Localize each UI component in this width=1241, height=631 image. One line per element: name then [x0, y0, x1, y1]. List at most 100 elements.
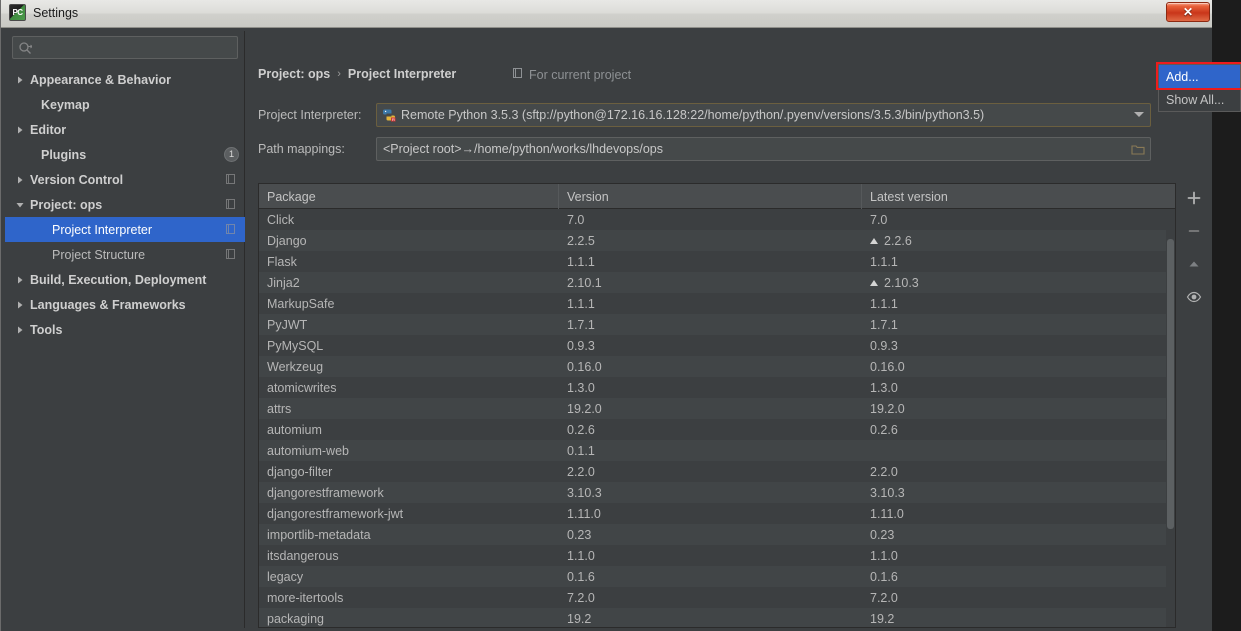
- cell-package: automium: [267, 422, 322, 437]
- sidebar-item-project-ops[interactable]: Project: ops: [5, 192, 245, 217]
- sidebar-item-tools[interactable]: Tools: [5, 317, 245, 342]
- chevron-right-icon[interactable]: [13, 123, 27, 137]
- column-header-latest-version[interactable]: Latest version: [862, 184, 1175, 209]
- table-row[interactable]: PyMySQL 0.9.3 0.9.3: [259, 335, 1175, 356]
- cell-version: 19.2: [567, 611, 592, 626]
- packages-table-scrollbar-thumb[interactable]: [1167, 239, 1174, 529]
- table-row[interactable]: djangorestframework-jwt 1.11.0 1.11.0: [259, 503, 1175, 524]
- sidebar-item-project-structure[interactable]: Project Structure: [5, 242, 245, 267]
- triangle-up-icon[interactable]: [1185, 255, 1203, 273]
- chevron-down-icon[interactable]: [1134, 112, 1144, 117]
- menu-item-show-all[interactable]: Show All...: [1159, 88, 1240, 111]
- table-row[interactable]: PyJWT 1.7.1 1.7.1: [259, 314, 1175, 335]
- packages-toolbar: [1181, 183, 1207, 628]
- sidebar-item-plugins[interactable]: Plugins 1: [5, 142, 245, 167]
- scope-copy-icon[interactable]: [225, 173, 237, 185]
- packages-table-scrollbar-track[interactable]: [1166, 209, 1175, 627]
- cell-package: atomicwrites: [267, 380, 337, 395]
- cell-version: 0.9.3: [567, 338, 595, 353]
- cell-package: itsdangerous: [267, 548, 339, 563]
- table-row[interactable]: Werkzeug 0.16.0 0.16.0: [259, 356, 1175, 377]
- column-header-version[interactable]: Version: [559, 184, 862, 209]
- interpreter-value: Remote Python 3.5.3 (sftp://python@172.1…: [401, 108, 985, 122]
- window-title: Settings: [33, 5, 79, 20]
- search-box[interactable]: [12, 36, 238, 59]
- cell-latest-version: 2.10.3: [862, 272, 1175, 293]
- table-row[interactable]: automium-web 0.1.1: [259, 440, 1175, 461]
- packages-table-body: Click 7.0 7.0 Django 2.2.5 2.2.6 Flask 1.1.1 1.1…: [259, 209, 1175, 627]
- latest-version-text: 3.10.3: [870, 485, 905, 500]
- cell-version: 7.0: [567, 212, 585, 227]
- table-row[interactable]: Click 7.0 7.0: [259, 209, 1175, 230]
- cell-package: attrs: [267, 401, 292, 416]
- table-row[interactable]: automium 0.2.6 0.2.6: [259, 419, 1175, 440]
- cell-version: 0.1.6: [567, 569, 595, 584]
- svg-text:R: R: [392, 117, 395, 122]
- eye-icon[interactable]: [1185, 288, 1203, 306]
- chevron-right-icon[interactable]: [13, 298, 27, 312]
- sidebar-item-project-interpreter[interactable]: Project Interpreter: [5, 217, 245, 242]
- latest-version-text: 0.23: [870, 527, 895, 542]
- packages-table: Package Version Latest version Click 7.0 7…: [258, 183, 1176, 628]
- cell-package: MarkupSafe: [267, 296, 335, 311]
- scope-copy-icon[interactable]: [225, 198, 237, 210]
- table-row[interactable]: djangorestframework 3.10.3 3.10.3: [259, 482, 1175, 503]
- table-row[interactable]: packaging 19.2 19.2: [259, 608, 1175, 627]
- sidebar-item-build-execution-deployment[interactable]: Build, Execution, Deployment: [5, 267, 245, 292]
- table-row[interactable]: more-itertools 7.2.0 7.2.0: [259, 587, 1175, 608]
- cell-version: 2.2.0: [567, 464, 595, 479]
- packages-table-header: Package Version Latest version: [259, 184, 1175, 209]
- settings-window: PC Settings ✕ Appearance & Behavior Keyma…: [0, 0, 1213, 631]
- table-row[interactable]: Django 2.2.5 2.2.6: [259, 230, 1175, 251]
- plus-icon[interactable]: [1185, 189, 1203, 207]
- sidebar-item-appearance-behavior[interactable]: Appearance & Behavior: [5, 67, 245, 92]
- cell-latest-version: 3.10.3: [862, 482, 1175, 503]
- table-row[interactable]: django-filter 2.2.0 2.2.0: [259, 461, 1175, 482]
- scope-copy-icon[interactable]: [225, 248, 237, 260]
- folder-icon[interactable]: [1131, 143, 1145, 156]
- sidebar-item-languages-frameworks[interactable]: Languages & Frameworks: [5, 292, 245, 317]
- chevron-right-icon[interactable]: [13, 173, 27, 187]
- cell-latest-version: 0.2.6: [862, 419, 1175, 440]
- cell-version: 0.1.1: [567, 443, 595, 458]
- menu-item-add[interactable]: Add...: [1159, 65, 1240, 88]
- table-row[interactable]: MarkupSafe 1.1.1 1.1.1: [259, 293, 1175, 314]
- path-mappings-field[interactable]: <Project root>→/home/python/works/lhdevo…: [376, 137, 1151, 161]
- latest-version-text: 0.9.3: [870, 338, 898, 353]
- sidebar-item-label: Build, Execution, Deployment: [30, 272, 207, 287]
- chevron-right-icon[interactable]: [13, 73, 27, 87]
- scope-copy-icon[interactable]: [225, 223, 237, 235]
- sidebar-item-version-control[interactable]: Version Control: [5, 167, 245, 192]
- cell-latest-version: 1.1.1: [862, 251, 1175, 272]
- chevron-down-icon[interactable]: [13, 198, 27, 212]
- table-row[interactable]: atomicwrites 1.3.0 1.3.0: [259, 377, 1175, 398]
- cell-package: Werkzeug: [267, 359, 324, 374]
- close-button[interactable]: ✕: [1166, 2, 1210, 22]
- chevron-right-icon[interactable]: [13, 273, 27, 287]
- column-header-package[interactable]: Package: [259, 184, 559, 209]
- cell-package: legacy: [267, 569, 304, 584]
- settings-content: Appearance & Behavior Keymap Editor Plugins…: [1, 28, 1213, 631]
- sidebar-item-editor[interactable]: Editor: [5, 117, 245, 142]
- table-row[interactable]: importlib-metadata 0.23 0.23: [259, 524, 1175, 545]
- chevron-right-icon[interactable]: [13, 323, 27, 337]
- table-row[interactable]: attrs 19.2.0 19.2.0: [259, 398, 1175, 419]
- python-remote-icon: R: [382, 108, 396, 122]
- table-row[interactable]: itsdangerous 1.1.0 1.1.0: [259, 545, 1175, 566]
- table-row[interactable]: legacy 0.1.6 0.1.6: [259, 566, 1175, 587]
- sidebar-item-keymap[interactable]: Keymap: [5, 92, 245, 117]
- minus-icon[interactable]: [1185, 222, 1203, 240]
- interpreter-combobox[interactable]: R Remote Python 3.5.3 (sftp://python@172…: [376, 103, 1151, 127]
- table-row[interactable]: Flask 1.1.1 1.1.1: [259, 251, 1175, 272]
- cell-package: PyJWT: [267, 317, 308, 332]
- search-input[interactable]: [35, 40, 230, 55]
- breadcrumb-parent[interactable]: Project: ops: [258, 67, 330, 81]
- cell-latest-version: [862, 440, 1175, 461]
- settings-sidebar: Appearance & Behavior Keymap Editor Plugins…: [5, 31, 245, 628]
- project-interpreter-pane: Project: ops › Project Interpreter For c…: [246, 31, 1209, 628]
- table-row[interactable]: Jinja2 2.10.1 2.10.3: [259, 272, 1175, 293]
- close-icon: ✕: [1182, 5, 1194, 19]
- cell-latest-version: 0.16.0: [862, 356, 1175, 377]
- title-bar-left-group: PC Settings: [9, 4, 78, 21]
- latest-version-text: 1.11.0: [870, 506, 904, 521]
